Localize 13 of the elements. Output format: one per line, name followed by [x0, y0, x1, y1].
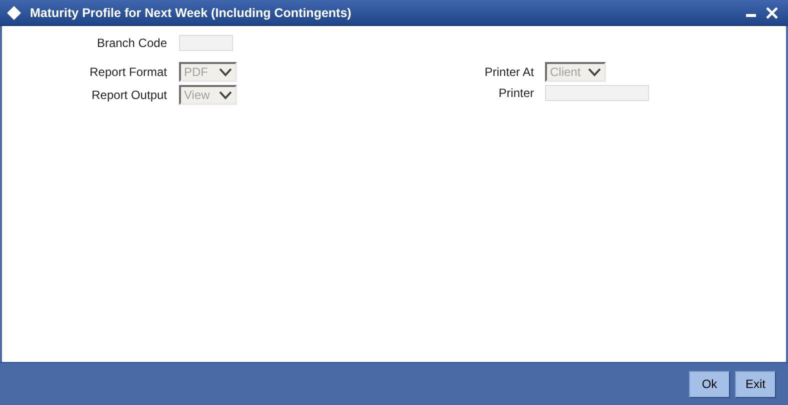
diamond-icon: [6, 4, 22, 20]
field-label: Branch Code: [96, 36, 167, 50]
chevron-down-icon: [219, 68, 232, 76]
exit-button[interactable]: Exit: [735, 370, 776, 398]
field-label: Printer At: [484, 65, 534, 79]
ok-button[interactable]: Ok: [689, 370, 730, 398]
field-label: Report Output: [90, 88, 167, 102]
window-title: Maturity Profile for Next Week (Including Contingents): [30, 6, 352, 20]
field-label: Report Format: [88, 65, 167, 79]
close-icon[interactable]: [766, 6, 778, 18]
chevron-down-icon: [588, 68, 601, 76]
field-label: Printer: [498, 86, 534, 100]
chevron-down-icon: [219, 90, 232, 100]
